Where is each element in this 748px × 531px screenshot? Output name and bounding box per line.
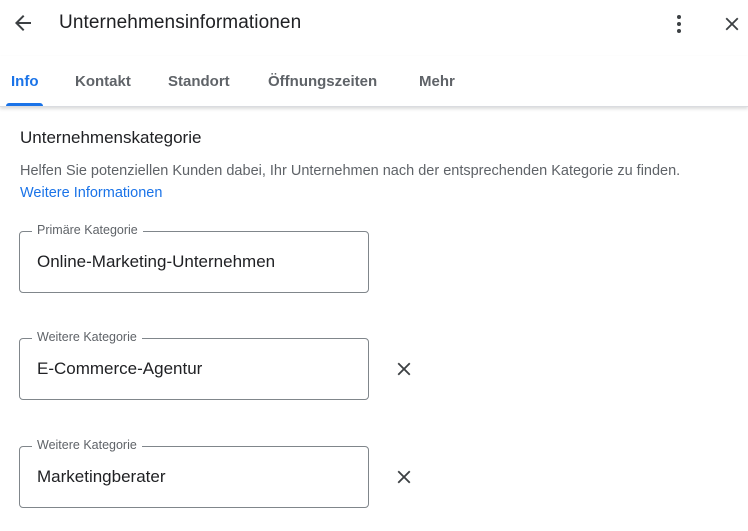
tab-kontakt[interactable]: Kontakt bbox=[75, 73, 131, 90]
remove-category-button[interactable] bbox=[392, 465, 416, 489]
more-options-button[interactable] bbox=[667, 11, 691, 37]
arrow-back-icon bbox=[15, 15, 31, 31]
more-info-link[interactable]: Weitere Informationen bbox=[20, 185, 162, 201]
active-tab-indicator bbox=[6, 103, 43, 106]
tab-info[interactable]: Info bbox=[11, 73, 39, 90]
tab-mehr[interactable]: Mehr bbox=[419, 73, 455, 90]
dialog-header: Unternehmensinformationen bbox=[0, 0, 748, 48]
section-title: Unternehmenskategorie bbox=[20, 128, 202, 147]
additional-category-field[interactable]: Weitere Kategorie E-Commerce-Agentur bbox=[19, 330, 369, 400]
field-value: E-Commerce-Agentur bbox=[37, 359, 203, 378]
page-title: Unternehmensinformationen bbox=[59, 12, 302, 33]
field-label: Weitere Kategorie bbox=[32, 330, 142, 344]
back-button[interactable] bbox=[10, 10, 36, 36]
field-value: Online-Marketing-Unternehmen bbox=[37, 252, 276, 271]
remove-category-button[interactable] bbox=[392, 357, 416, 381]
section-description: Helfen Sie potenziellen Kunden dabei, Ih… bbox=[20, 160, 710, 204]
more-vert-icon bbox=[677, 15, 681, 33]
primary-category-field[interactable]: Primäre Kategorie Online-Marketing-Unter… bbox=[19, 223, 369, 293]
tab-bar: Info Kontakt Standort Öffnungszeiten Meh… bbox=[0, 56, 748, 107]
field-label: Weitere Kategorie bbox=[32, 438, 142, 452]
close-icon bbox=[725, 17, 739, 31]
tab-oeffnungszeiten[interactable]: Öffnungszeiten bbox=[268, 73, 377, 90]
close-icon bbox=[397, 362, 411, 376]
tab-standort[interactable]: Standort bbox=[168, 73, 230, 90]
additional-category-field[interactable]: Weitere Kategorie Marketingberater bbox=[19, 438, 369, 508]
field-value: Marketingberater bbox=[37, 467, 166, 486]
description-text: Helfen Sie potenziellen Kunden dabei, Ih… bbox=[20, 163, 681, 179]
close-button[interactable] bbox=[719, 11, 745, 37]
close-icon bbox=[397, 470, 411, 484]
field-label: Primäre Kategorie bbox=[32, 223, 143, 237]
